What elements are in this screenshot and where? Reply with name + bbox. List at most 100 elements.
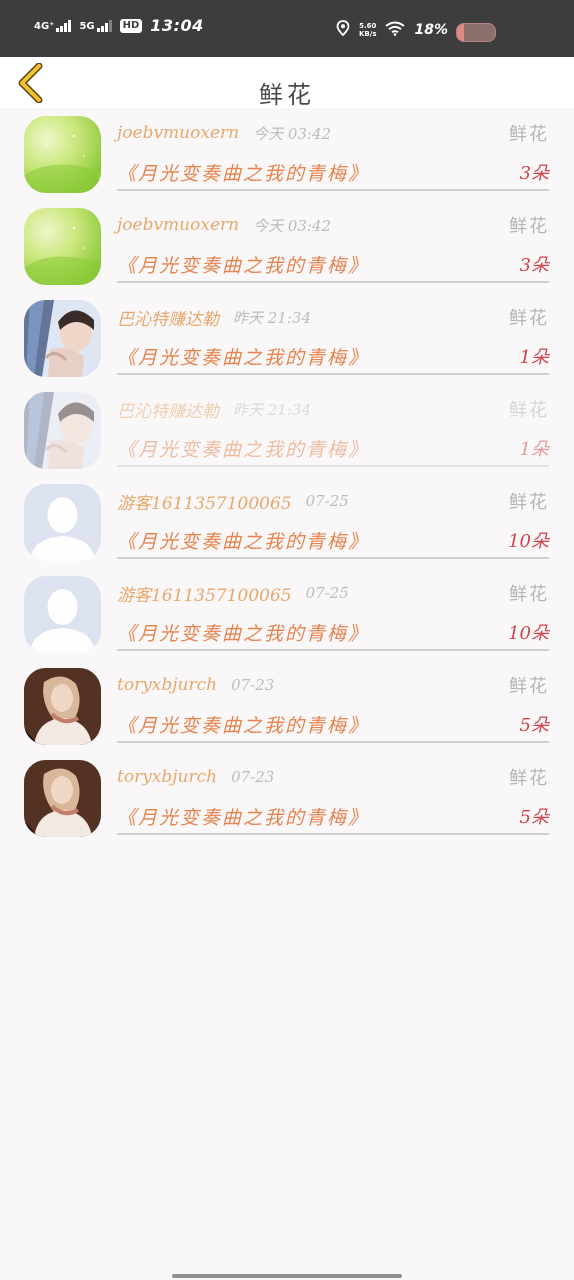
gift-type: 鲜花 [509,400,549,421]
status-bar: 4G⁺ 5G HD 13:04 5.60 KB/s 18% [0,0,574,57]
gift-list: joebvmuoxern 今天 03:42 鲜花 《月光变奏曲之我的青梅》 3朵… [0,108,574,844]
avatar[interactable] [24,208,101,285]
gift-type: 鲜花 [509,124,549,145]
book-title-link[interactable]: 《月光变奏曲之我的青梅》 [117,711,369,738]
wifi-icon [385,21,406,40]
header: 鲜花 [0,57,574,109]
avatar[interactable] [24,392,101,469]
record-meta: 巴沁特赚达勒 昨天 21:34 鲜花 [117,304,549,330]
battery-fill [457,24,464,41]
record-meta: 巴沁特赚达勒 昨天 21:34 鲜花 [117,396,549,422]
page-title: 鲜花 [259,81,315,109]
gift-record-row[interactable]: 游客1611357100065 07-25 鲜花 《月光变奏曲之我的青梅》 10… [0,476,574,568]
battery-text: 18% [414,22,448,38]
gift-record-row[interactable]: toryxbjurch 07-23 鲜花 《月光变奏曲之我的青梅》 5朵 [0,752,574,844]
record-meta: toryxbjurch 07-23 鲜花 [117,764,549,790]
username[interactable]: 巴沁特赚达勒 [117,305,219,330]
book-title-link[interactable]: 《月光变奏曲之我的青梅》 [117,619,369,646]
username[interactable]: 游客1611357100065 [117,489,292,514]
record-time: 07-25 [305,584,349,602]
record-time: 07-23 [231,768,275,786]
net-label-4g: 4G⁺ [34,20,55,32]
signal-5g: 5G [79,19,112,32]
gift-record-row[interactable]: joebvmuoxern 今天 03:42 鲜花 《月光变奏曲之我的青梅》 3朵 [0,108,574,200]
username[interactable]: toryxbjurch [117,675,217,695]
record-detail: 《月光变奏曲之我的青梅》 5朵 [117,710,549,738]
signal-4g: 4G⁺ [34,19,72,32]
status-time: 13:04 [150,16,204,35]
status-right: 5.60 KB/s 18% [336,20,448,40]
avatar[interactable] [24,576,101,653]
record-time: 今天 03:42 [253,124,332,143]
net-label-5g: 5G [79,20,95,32]
record-meta: toryxbjurch 07-23 鲜花 [117,672,549,698]
username[interactable]: toryxbjurch [117,767,217,787]
location-icon [336,20,350,40]
avatar[interactable] [24,300,101,377]
battery-icon [456,23,496,42]
record-time: 昨天 21:34 [233,308,311,327]
gift-type: 鲜花 [509,584,549,605]
record-detail: 《月光变奏曲之我的青梅》 1朵 [117,434,549,462]
gift-count: 1朵 [519,439,549,460]
book-title-link[interactable]: 《月光变奏曲之我的青梅》 [117,435,369,462]
record-detail: 《月光变奏曲之我的青梅》 5朵 [117,802,549,830]
book-title-link[interactable]: 《月光变奏曲之我的青梅》 [117,803,369,830]
gift-record-row[interactable]: joebvmuoxern 今天 03:42 鲜花 《月光变奏曲之我的青梅》 3朵 [0,200,574,292]
row-divider [117,833,549,835]
record-time: 07-23 [231,676,275,694]
gift-count: 5朵 [519,715,549,736]
username[interactable]: joebvmuoxern [117,215,239,235]
record-detail: 《月光变奏曲之我的青梅》 1朵 [117,342,549,370]
gift-count: 3朵 [519,163,549,184]
gift-count: 1朵 [519,347,549,368]
book-title-link[interactable]: 《月光变奏曲之我的青梅》 [117,343,369,370]
gift-record-row[interactable]: 游客1611357100065 07-25 鲜花 《月光变奏曲之我的青梅》 10… [0,568,574,660]
record-time: 今天 03:42 [253,216,332,235]
record-detail: 《月光变奏曲之我的青梅》 10朵 [117,526,549,554]
username[interactable]: 巴沁特赚达勒 [117,397,219,422]
home-indicator[interactable] [172,1274,402,1278]
gift-record-row[interactable]: 巴沁特赚达勒 昨天 21:34 鲜花 《月光变奏曲之我的青梅》 1朵 [0,292,574,384]
gift-type: 鲜花 [509,768,549,789]
record-detail: 《月光变奏曲之我的青梅》 10朵 [117,618,549,646]
avatar[interactable] [24,484,101,561]
row-divider [117,465,549,467]
username[interactable]: 游客1611357100065 [117,581,292,606]
record-time: 昨天 21:34 [233,400,311,419]
gift-type: 鲜花 [509,492,549,513]
row-divider [117,281,549,283]
gift-count: 10朵 [508,623,549,644]
book-title-link[interactable]: 《月光变奏曲之我的青梅》 [117,159,369,186]
record-meta: joebvmuoxern 今天 03:42 鲜花 [117,212,549,238]
gift-record-row[interactable]: 巴沁特赚达勒 昨天 21:34 鲜花 《月光变奏曲之我的青梅》 1朵 [0,384,574,476]
gift-record-row[interactable]: toryxbjurch 07-23 鲜花 《月光变奏曲之我的青梅》 5朵 [0,660,574,752]
record-meta: 游客1611357100065 07-25 鲜花 [117,488,549,514]
signal-icon [56,19,72,32]
record-meta: 游客1611357100065 07-25 鲜花 [117,580,549,606]
row-divider [117,373,549,375]
gift-count: 5朵 [519,807,549,828]
gift-type: 鲜花 [509,308,549,329]
gift-type: 鲜花 [509,676,549,697]
avatar[interactable] [24,760,101,837]
row-divider [117,189,549,191]
row-divider [117,741,549,743]
row-divider [117,557,549,559]
book-title-link[interactable]: 《月光变奏曲之我的青梅》 [117,251,369,278]
record-detail: 《月光变奏曲之我的青梅》 3朵 [117,250,549,278]
hd-icon: HD [119,18,143,33]
record-meta: joebvmuoxern 今天 03:42 鲜花 [117,120,549,146]
gift-type: 鲜花 [509,216,549,237]
speed-unit: KB/s [359,30,377,38]
gift-count: 3朵 [519,255,549,276]
row-divider [117,649,549,651]
status-left: 4G⁺ 5G HD 13:04 [34,16,204,35]
book-title-link[interactable]: 《月光变奏曲之我的青梅》 [117,527,369,554]
username[interactable]: joebvmuoxern [117,123,239,143]
avatar[interactable] [24,116,101,193]
record-time: 07-25 [305,492,349,510]
avatar[interactable] [24,668,101,745]
record-detail: 《月光变奏曲之我的青梅》 3朵 [117,158,549,186]
net-speed: 5.60 KB/s [359,22,376,38]
